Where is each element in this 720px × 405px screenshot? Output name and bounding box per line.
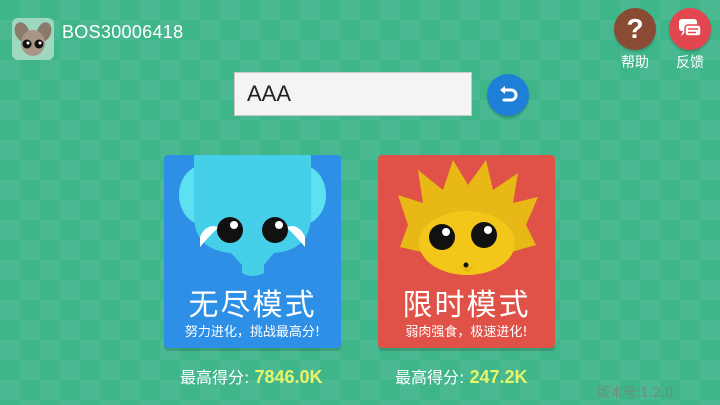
mouse-avatar-icon — [14, 22, 52, 56]
timed-best-score: 最高得分: 247.2K — [395, 364, 528, 388]
question-icon[interactable]: ? — [614, 8, 656, 50]
nickname-input[interactable] — [234, 72, 472, 116]
best-score-value: 247.2K — [469, 367, 528, 387]
best-score-value: 7846.0K — [254, 367, 323, 387]
chat-bubble-icon[interactable] — [669, 8, 711, 50]
endless-mode-title: 无尽模式 — [188, 288, 317, 323]
player-name: BOS30006418 — [62, 22, 184, 42]
endless-mode-card[interactable]: 无尽模式 努力进化，挑战最高分! — [164, 155, 341, 348]
best-score-label: 最高得分: — [180, 368, 250, 387]
version-label: 版本号:1.2.0 — [597, 386, 674, 401]
timed-mode-card[interactable]: 限时模式 弱肉强食，极速进化! — [378, 155, 555, 348]
feedback-button[interactable]: 反馈 — [668, 8, 712, 72]
help-button[interactable]: ? 帮助 — [613, 8, 657, 72]
reset-name-button[interactable] — [487, 74, 529, 116]
help-label: 帮助 — [621, 55, 649, 71]
undo-icon — [500, 86, 518, 102]
endless-best-score: 最高得分: 7846.0K — [180, 364, 323, 388]
endless-mode-subtitle: 努力进化，挑战最高分! — [184, 325, 321, 340]
player-avatar[interactable] — [12, 18, 54, 60]
feedback-label: 反馈 — [676, 55, 704, 71]
timed-mode-title: 限时模式 — [402, 288, 531, 323]
timed-mode-subtitle: 弱肉强食，极速进化! — [405, 325, 528, 340]
best-score-label: 最高得分: — [395, 368, 465, 387]
